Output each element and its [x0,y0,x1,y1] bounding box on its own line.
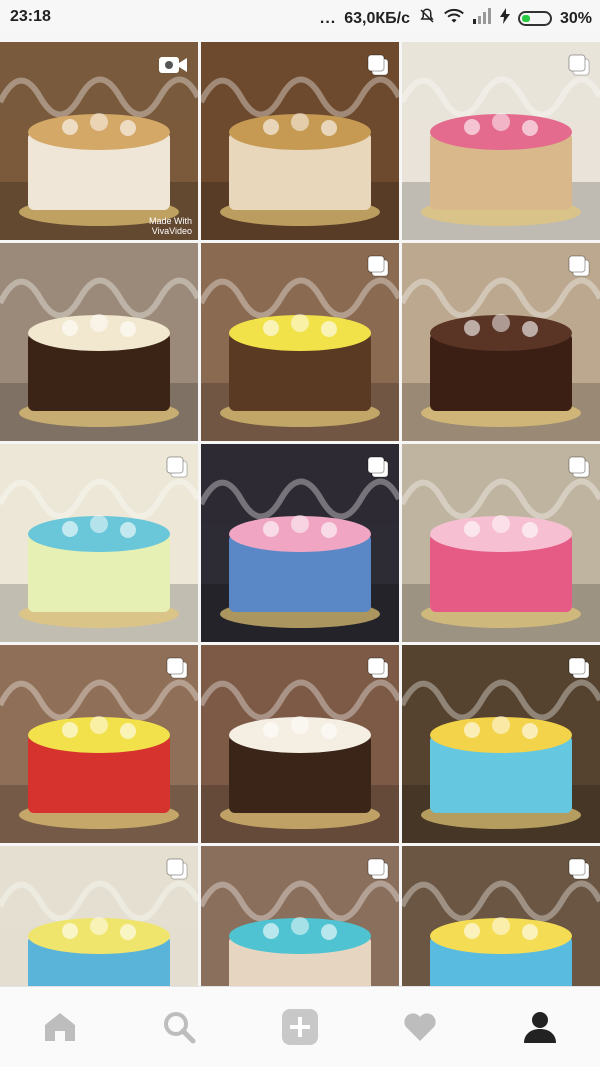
multiple-photos-icon [367,657,389,679]
grid-post-tile[interactable] [201,444,399,642]
multiple-photos-icon [568,54,590,76]
search-icon [164,1012,196,1044]
multiple-photos-icon [367,54,389,76]
search-tab[interactable] [159,1007,199,1047]
status-icons: ... 63,0КБ/с 30% [320,7,592,30]
more-notifications-icon: ... [319,9,337,27]
grid-post-tile[interactable] [402,444,600,642]
profile-tab[interactable] [520,1007,560,1047]
multiple-photos-icon [568,456,590,478]
vivavideo-watermark: Made With VivaVideo [148,216,192,236]
status-bar: 23:18 ... 63,0КБ/с 30% [0,0,600,34]
grid-post-tile[interactable] [201,243,399,441]
status-time: 23:18 [10,8,51,25]
home-tab[interactable] [40,1007,80,1047]
grid-post-tile[interactable] [402,42,600,240]
multiple-photos-icon [568,657,590,679]
multiple-photos-icon [367,456,389,478]
add-post-icon [282,1009,318,1045]
profile-icon [524,1012,556,1043]
multiple-photos-icon [367,255,389,277]
grid-post-tile[interactable] [201,42,399,240]
add-post-tab[interactable] [280,1007,320,1047]
grid-post-tile[interactable] [0,444,198,642]
charging-icon [499,8,510,29]
grid-post-tile[interactable] [201,645,399,843]
multiple-photos-icon [166,657,188,679]
battery-icon [517,11,552,26]
wifi-icon [444,8,464,29]
network-speed: 63,0КБ/с [344,9,410,27]
battery-percent: 30% [559,9,592,27]
bottom-navigation [0,986,600,1067]
multiple-photos-icon [367,858,389,880]
mute-bell-icon [418,7,436,30]
multiple-photos-icon [568,255,590,277]
signal-icon [472,8,492,29]
multiple-photos-icon [568,858,590,880]
activity-tab[interactable] [400,1007,440,1047]
grid-post-tile[interactable] [0,645,198,843]
multiple-photos-icon [166,858,188,880]
grid-post-tile[interactable] [0,243,198,441]
cake-photo [0,243,198,441]
activity-heart-icon [404,1013,436,1041]
home-icon [45,1013,75,1041]
video-icon [158,54,188,76]
grid-post-tile[interactable] [402,243,600,441]
multiple-photos-icon [166,456,188,478]
grid-post-tile[interactable]: Made With VivaVideo [0,42,198,240]
grid-post-tile[interactable] [402,645,600,843]
